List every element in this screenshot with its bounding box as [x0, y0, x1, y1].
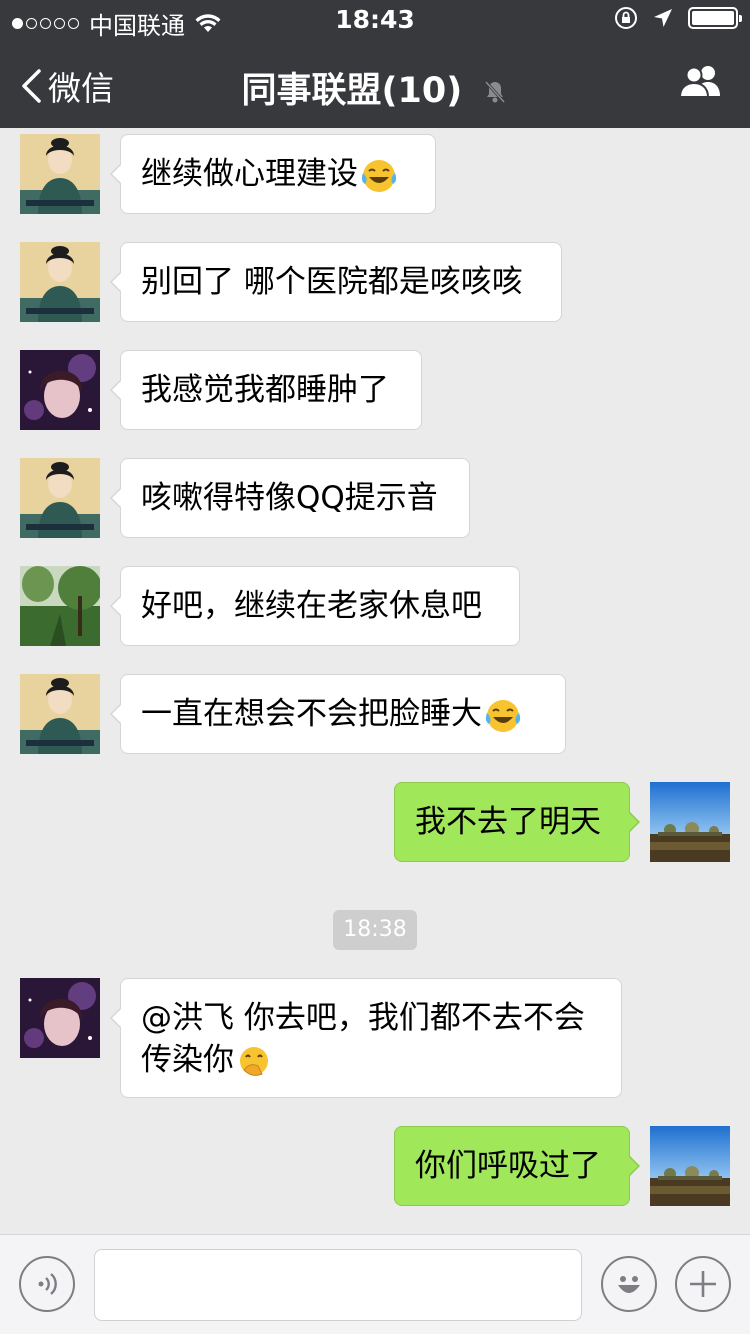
sender-avatar[interactable]	[20, 674, 100, 754]
girl-photo-avatar-icon	[20, 350, 100, 430]
chat-message-list[interactable]: 继续做心理建设 别回了 哪个医院都是咳咳咳 我感觉我都睡肿了 咳嗽得特像QQ提示…	[0, 128, 750, 1234]
landscape-avatar-icon	[650, 782, 730, 862]
rotation-lock-icon	[615, 7, 637, 29]
sender-avatar[interactable]	[20, 350, 100, 430]
message-text: 好吧，继续在老家休息吧	[141, 588, 482, 624]
sender-avatar[interactable]	[20, 978, 100, 1058]
tears-of-joy-emoji-icon	[361, 159, 397, 192]
my-avatar[interactable]	[650, 1126, 730, 1206]
voice-input-button[interactable]	[19, 1256, 75, 1312]
mute-bell-icon	[485, 80, 506, 104]
message-text: 我感觉我都睡肿了	[141, 372, 389, 408]
sender-avatar[interactable]	[20, 242, 100, 322]
message-bubble[interactable]: 咳嗽得特像QQ提示音	[110, 458, 470, 538]
status-bar: 中国联通 18:43	[0, 0, 750, 40]
message-text-line: 传染你	[141, 1042, 234, 1078]
people-icon	[678, 66, 720, 98]
sender-avatar[interactable]	[20, 134, 100, 214]
portrait-lady-avatar-icon	[20, 458, 100, 538]
top-bar: 中国联通 18:43 微信 同事联盟(10)	[0, 0, 750, 128]
message-text: 咳嗽得特像QQ提示音	[141, 480, 438, 516]
chat-title-text: 同事联盟(10)	[241, 71, 463, 111]
message-bubble[interactable]: 我感觉我都睡肿了	[110, 350, 422, 430]
message-text-line: @洪飞 你去吧，我们都不去不会	[141, 1000, 585, 1036]
my-avatar[interactable]	[650, 782, 730, 862]
girl-photo-avatar-icon	[20, 978, 100, 1058]
message-text: 别回了 哪个医院都是咳咳咳	[141, 264, 523, 300]
message-bubble[interactable]: 好吧，继续在老家休息吧	[110, 566, 520, 646]
message-text: 一直在想会不会把脸睡大	[141, 696, 482, 732]
tears-of-joy-emoji-icon	[485, 699, 521, 732]
landscape-avatar-icon	[650, 1126, 730, 1206]
chat-title: 同事联盟(10)	[0, 62, 750, 113]
portrait-lady-avatar-icon	[20, 242, 100, 322]
location-arrow-icon	[654, 9, 672, 27]
voice-icon	[38, 1273, 57, 1295]
smiley-icon	[618, 1276, 640, 1293]
group-members-button[interactable]	[678, 64, 724, 102]
chat-input-bar	[0, 1234, 750, 1334]
message-timestamp: 18:38	[333, 910, 417, 950]
message-bubble[interactable]: 继续做心理建设	[110, 134, 436, 214]
message-text: 你们呼吸过了	[415, 1148, 601, 1184]
message-bubble-sent[interactable]: 你们呼吸过了	[394, 1126, 640, 1206]
message-bubble[interactable]: @洪飞 你去吧，我们都不去不会 传染你	[110, 978, 622, 1098]
message-bubble-sent[interactable]: 我不去了明天	[394, 782, 640, 862]
message-bubble[interactable]: 一直在想会不会把脸睡大	[110, 674, 566, 754]
navigation-bar: 微信 同事联盟(10)	[0, 40, 750, 128]
plus-icon	[690, 1271, 716, 1297]
status-right-icons	[614, 6, 742, 30]
portrait-lady-avatar-icon	[20, 134, 100, 214]
hand-over-mouth-emoji-icon	[240, 1046, 268, 1076]
message-text: 继续做心理建设	[141, 156, 358, 192]
message-bubble[interactable]: 别回了 哪个医院都是咳咳咳	[110, 242, 562, 322]
battery-icon	[688, 7, 742, 29]
more-options-button[interactable]	[675, 1256, 731, 1312]
portrait-lady-avatar-icon	[20, 674, 100, 754]
sender-avatar[interactable]	[20, 566, 100, 646]
emoji-button[interactable]	[601, 1256, 657, 1312]
park-photo-avatar-icon	[20, 566, 100, 646]
message-input[interactable]	[94, 1249, 582, 1321]
sender-avatar[interactable]	[20, 458, 100, 538]
message-text: 我不去了明天	[415, 804, 601, 840]
